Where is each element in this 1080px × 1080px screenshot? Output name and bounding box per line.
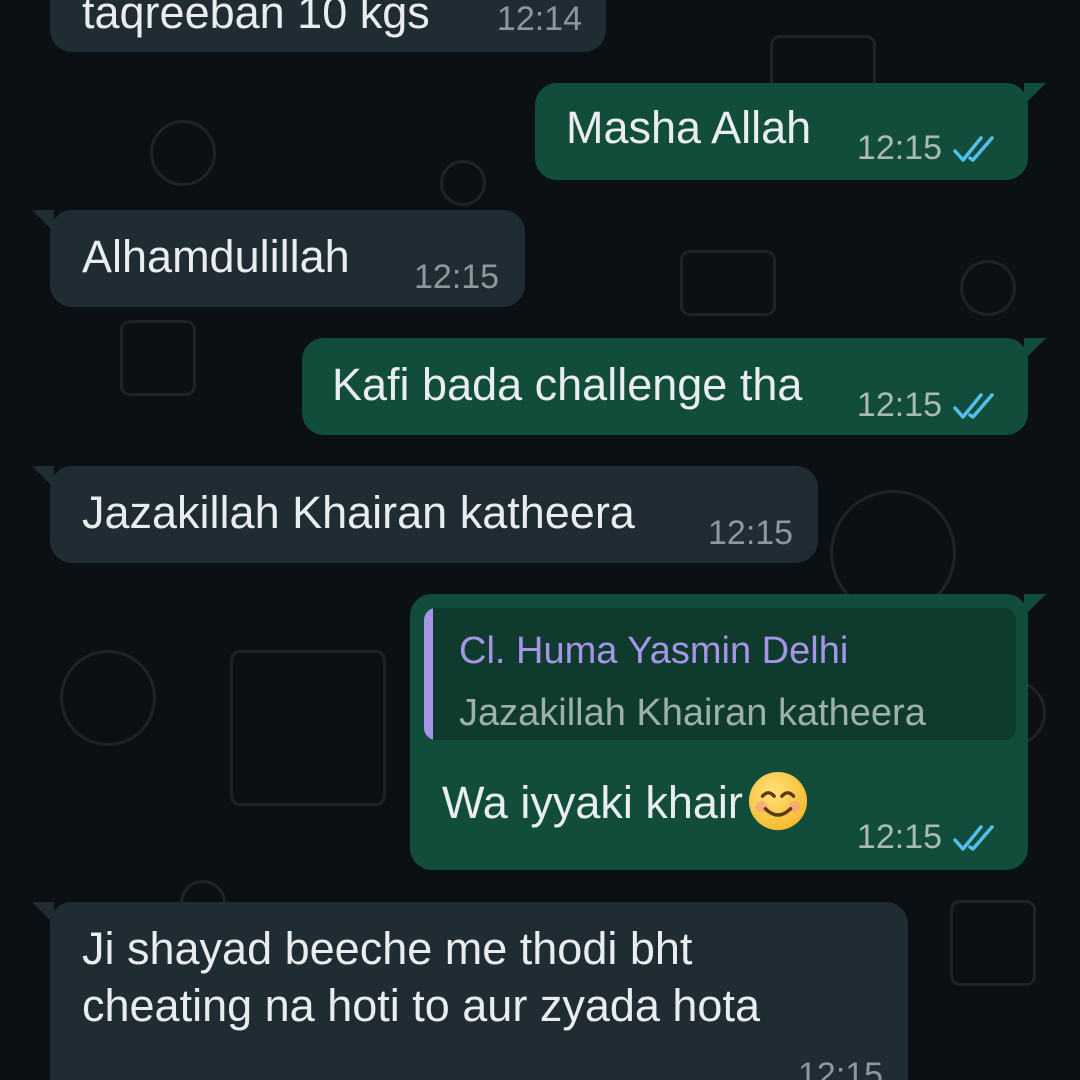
double-check-read-icon: [953, 392, 994, 419]
message-bubble-incoming[interactable]: Alhamdulillah 12:15: [32, 210, 525, 307]
message-text: Masha Allah: [566, 102, 812, 153]
smiling-face-emoji-icon: [748, 771, 807, 831]
message-text-line-2: cheating na hoti to aur zyada hota: [82, 980, 760, 1031]
message-bubble-outgoing-reply[interactable]: Cl. Huma Yasmin Delhi Jazakillah Khairan…: [410, 594, 1046, 870]
quote-accent-bar: [424, 608, 433, 740]
message-text-row: Wa iyyaki khair: [442, 770, 809, 832]
message-time: 12:15: [856, 129, 942, 167]
message-meta: 12:15: [857, 129, 1002, 168]
quoted-author: Cl. Huma Yasmin Delhi: [459, 630, 849, 672]
message-time: 12:15: [708, 514, 794, 552]
message-time: 12:15: [856, 818, 942, 856]
message-time: 12:15: [414, 258, 500, 296]
message-time: 12:15: [798, 1056, 884, 1080]
quoted-message[interactable]: Cl. Huma Yasmin Delhi Jazakillah Khairan…: [424, 608, 1016, 740]
double-check-read-icon: [953, 135, 994, 162]
message-text-line-1: Ji shayad beeche me thodi bht: [82, 923, 693, 974]
message-bubble-incoming[interactable]: Jazakillah Khairan katheera 12:15: [32, 466, 818, 563]
message-text: Kafi bada challenge tha: [332, 359, 803, 410]
message-meta: 12:15: [857, 818, 1002, 857]
chat-view[interactable]: taqreeban 10 kgs 12:14 Masha Allah 12:15…: [0, 0, 1080, 1080]
quoted-text: Jazakillah Khairan katheera: [459, 692, 926, 734]
message-text: Wa iyyaki khair: [442, 777, 743, 828]
message-text: taqreeban 10 kgs: [82, 0, 430, 38]
message-meta: 12:15: [857, 386, 1002, 425]
message-bubble-outgoing[interactable]: Kafi bada challenge tha 12:15: [302, 338, 1046, 435]
message-text: Jazakillah Khairan katheera: [82, 487, 635, 538]
message-bubble-outgoing[interactable]: Masha Allah 12:15: [535, 83, 1046, 180]
message-text: Alhamdulillah: [82, 231, 350, 282]
message-bubble-incoming[interactable]: taqreeban 10 kgs 12:14: [50, 0, 606, 52]
message-bubble-incoming[interactable]: Ji shayad beeche me thodi bht cheating n…: [32, 902, 908, 1080]
double-check-read-icon: [953, 824, 994, 851]
message-time: 12:14: [496, 0, 582, 38]
message-time: 12:15: [856, 386, 942, 424]
